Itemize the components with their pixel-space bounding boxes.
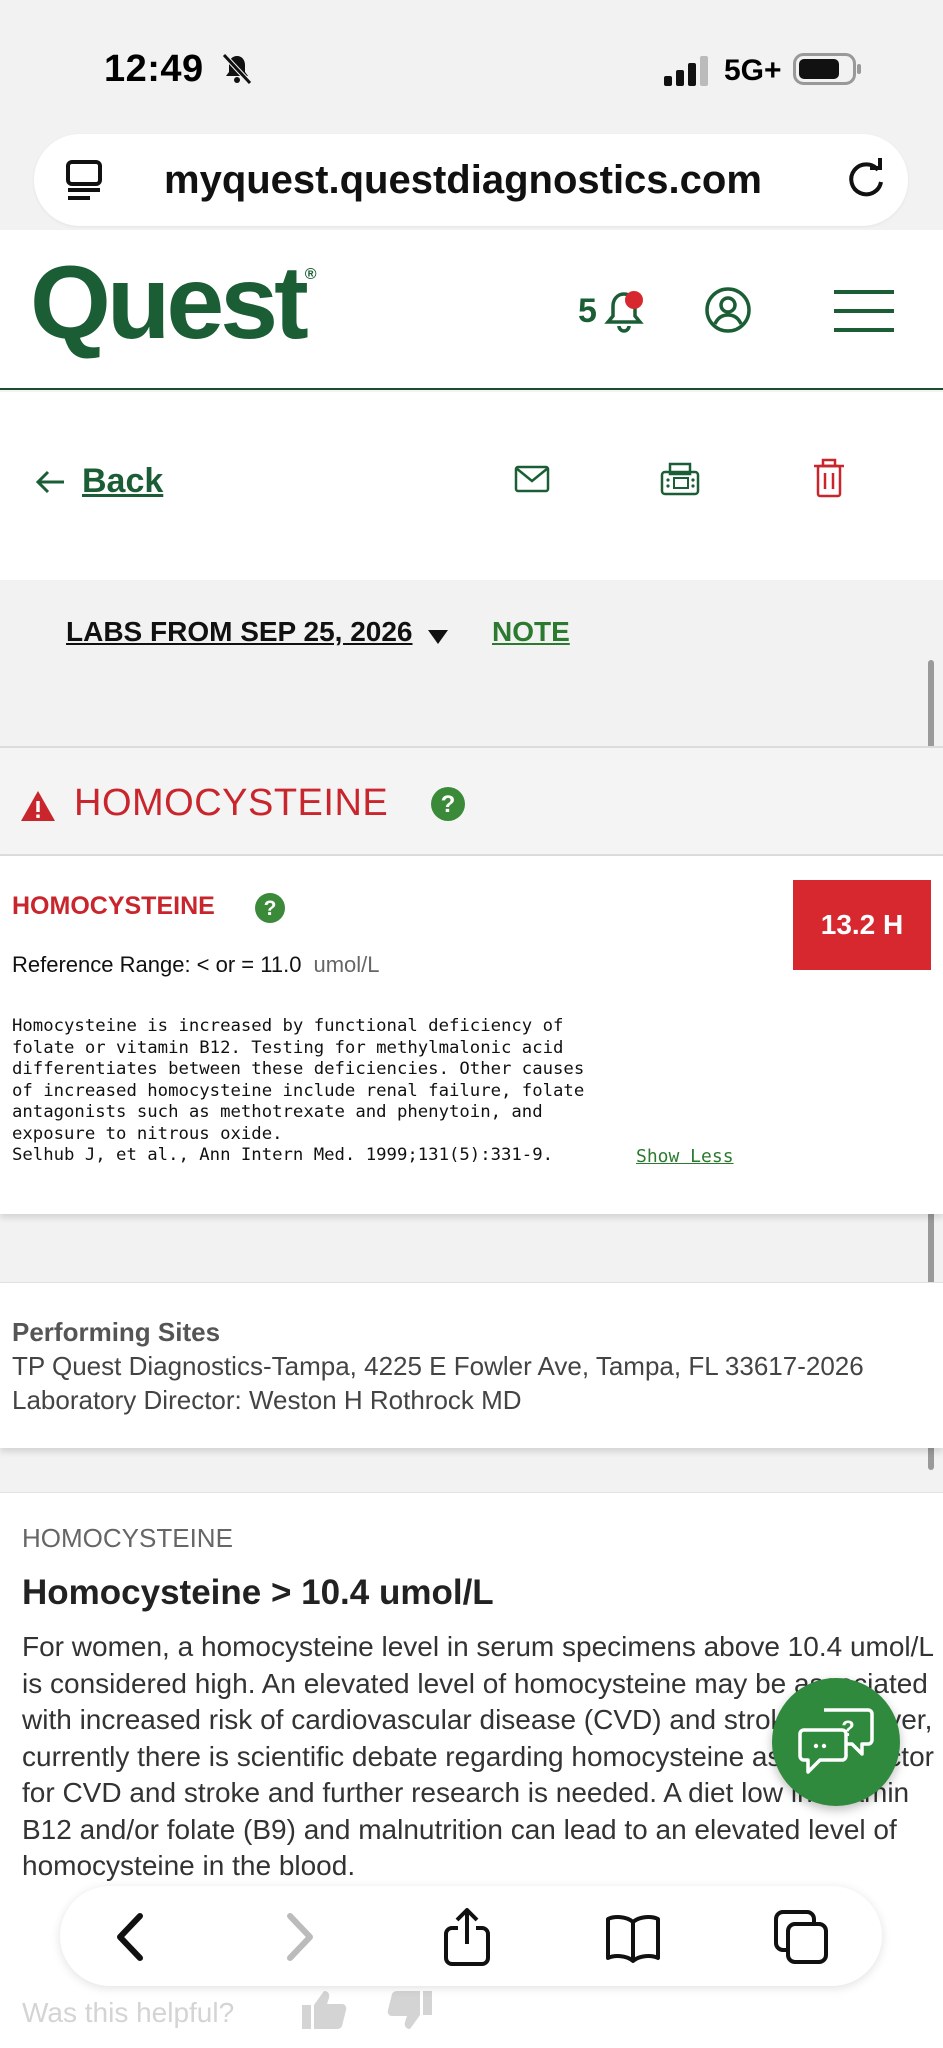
result-name: HOMOCYSTEINE <box>12 892 215 920</box>
menu-icon[interactable] <box>832 286 896 336</box>
notification-bell-icon[interactable] <box>600 286 650 338</box>
thumbs-up-icon[interactable] <box>300 1987 348 2031</box>
actions-row: Back <box>0 392 943 580</box>
caret-down-icon[interactable] <box>428 630 448 644</box>
url-text[interactable]: myquest.questdiagnostics.com <box>164 158 762 203</box>
network-label: 5G+ <box>724 54 782 87</box>
address-bar[interactable]: myquest.questdiagnostics.com <box>34 134 908 226</box>
notification-count[interactable]: 5 <box>578 292 597 331</box>
performing-sites-card: Performing Sites TP Quest Diagnostics-Ta… <box>0 1282 943 1448</box>
comment-line: Homocysteine is increased by functional … <box>12 1016 564 1036</box>
tabs-icon[interactable] <box>64 158 110 202</box>
svg-text:?: ? <box>441 791 456 818</box>
comment-line: antagonists such as methotrexate and phe… <box>12 1102 543 1122</box>
section-title: HOMOCYSTEINE <box>74 782 389 824</box>
back-label: Back <box>82 462 164 500</box>
reference-unit: umol/L <box>313 952 380 977</box>
logo-text: Quest <box>30 245 309 361</box>
note-link[interactable]: NOTE <box>492 616 570 648</box>
result-value-badge: 13.2 H <box>793 880 931 970</box>
labs-date-dropdown[interactable]: LABS FROM SEP 25, 2026 <box>66 616 413 648</box>
chevron-left-icon[interactable] <box>102 1908 160 1966</box>
comment-line: Selhub J, et al., Ann Intern Med. 1999;1… <box>12 1145 554 1165</box>
labs-row: LABS FROM SEP 25, 2026 NOTE <box>0 580 943 710</box>
info-heading: Homocysteine > 10.4 umol/L <box>22 1573 494 1612</box>
fax-icon[interactable] <box>660 462 700 496</box>
quest-logo[interactable]: Quest® <box>30 244 317 363</box>
comment-line: differentiates between these deficiencie… <box>12 1059 585 1079</box>
info-kicker: HOMOCYSTEINE <box>22 1523 233 1553</box>
warning-icon <box>21 791 55 821</box>
signal-icon <box>664 56 708 86</box>
site-header: Quest® 5 <box>0 230 943 390</box>
arrow-left-icon <box>35 470 64 493</box>
reference-range-text: Reference Range: < or = 11.0 <box>12 952 302 977</box>
help-icon[interactable]: ? <box>430 786 466 822</box>
mail-icon[interactable] <box>514 464 550 494</box>
share-icon[interactable] <box>438 1908 496 1966</box>
help-icon[interactable]: ? <box>254 892 286 924</box>
comment-line: exposure to nitrous oxide. <box>12 1123 283 1144</box>
status-bar: 12:49 5G+ <box>0 0 943 130</box>
browser-toolbar <box>60 1886 882 1986</box>
thumbs-down-icon[interactable] <box>386 1989 434 2033</box>
laboratory-director: Laboratory Director: Weston H Rothrock M… <box>12 1385 522 1415</box>
chat-icon: ? <box>798 1708 874 1774</box>
chat-button[interactable]: ? <box>772 1678 900 1806</box>
status-time: 12:49 <box>104 48 204 90</box>
bell-slash-icon <box>222 53 252 85</box>
performing-sites-title: Performing Sites <box>12 1317 221 1347</box>
show-less-link[interactable]: Show Less <box>636 1146 734 1167</box>
logo-registered-mark: ® <box>304 266 317 283</box>
svg-text:?: ? <box>264 897 277 920</box>
result-comment: Homocysteine is increased by functional … <box>12 1016 584 1167</box>
result-section-header: HOMOCYSTEINE ? <box>0 746 943 856</box>
result-card: HOMOCYSTEINE ? Reference Range: < or = 1… <box>0 856 943 1214</box>
reference-range: Reference Range: < or = 11.0 umol/L <box>12 952 380 978</box>
reload-icon[interactable] <box>842 156 890 204</box>
helpful-prompt: Was this helpful? <box>22 1997 235 2028</box>
battery-icon <box>793 53 861 85</box>
comment-line: folate or vitamin B12. Testing for methy… <box>12 1037 564 1058</box>
comment-line: of increased homocysteine include renal … <box>12 1080 585 1101</box>
performing-site-address: TP Quest Diagnostics-Tampa, 4225 E Fowle… <box>12 1351 864 1381</box>
back-link[interactable]: Back <box>34 462 163 501</box>
trash-icon[interactable] <box>812 458 846 498</box>
chevron-right-icon[interactable] <box>270 1908 328 1966</box>
book-icon[interactable] <box>604 1908 662 1966</box>
account-icon[interactable] <box>704 286 752 334</box>
tabs-overview-icon[interactable] <box>772 1908 830 1966</box>
